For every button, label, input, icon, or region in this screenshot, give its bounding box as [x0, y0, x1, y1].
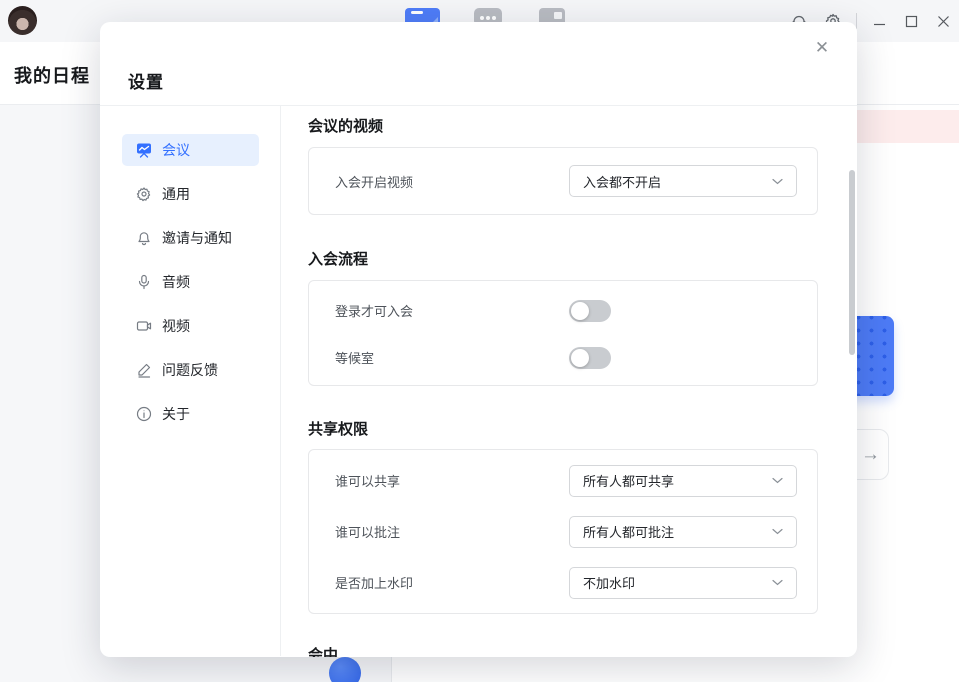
- sidebar-item-label: 视频: [162, 316, 190, 336]
- settings-dialog: 设置 ✕ 会议 通用 邀请与通知: [100, 22, 857, 657]
- setting-row-join-video: 入会开启视频 入会都不开启: [335, 148, 797, 214]
- settings-title: 设置: [128, 68, 164, 93]
- chevron-down-icon: [772, 178, 783, 185]
- bell-icon: [136, 230, 152, 246]
- sidebar-item-label: 邀请与通知: [162, 228, 232, 248]
- section-heading-join-flow: 入会流程: [308, 251, 818, 269]
- sidebar-item-video[interactable]: 视频: [122, 310, 259, 342]
- arrow-right-icon: →: [861, 444, 880, 466]
- settings-dialog-header: 设置 ✕: [100, 22, 857, 106]
- section-heading-share-permission: 共享权限: [308, 421, 818, 439]
- close-icon[interactable]: [927, 6, 959, 36]
- share-permission-card: 谁可以共享 所有人都可共享 谁可以批注 所有人都可批注: [308, 449, 818, 614]
- setting-row-login-required: 登录才可入会: [335, 287, 797, 334]
- sidebar-item-feedback[interactable]: 问题反馈: [122, 354, 259, 386]
- info-icon: [136, 406, 152, 422]
- presentation-board-icon: [136, 142, 152, 158]
- sidebar-item-label: 音频: [162, 272, 190, 292]
- minimize-icon[interactable]: [863, 6, 895, 36]
- section-heading-in-meeting: 会中: [308, 647, 818, 657]
- select-value: 不加水印: [583, 573, 635, 592]
- maximize-icon[interactable]: [895, 6, 927, 36]
- toggle-knob: [571, 302, 589, 320]
- select-value: 入会都不开启: [583, 172, 661, 191]
- sidebar-item-invitations[interactable]: 邀请与通知: [122, 222, 259, 254]
- toggle-knob: [571, 349, 589, 367]
- select-value: 所有人都可批注: [583, 522, 674, 541]
- row-label: 入会开启视频: [335, 172, 569, 191]
- floating-action-button[interactable]: [329, 657, 361, 682]
- gear-icon: [136, 186, 152, 202]
- join-video-select[interactable]: 入会都不开启: [569, 165, 797, 197]
- row-label: 是否加上水印: [335, 573, 569, 592]
- microphone-icon: [136, 274, 152, 290]
- dialog-close-icon[interactable]: ✕: [809, 35, 835, 61]
- watermark-select[interactable]: 不加水印: [569, 567, 797, 599]
- sidebar-item-label: 关于: [162, 404, 190, 424]
- who-can-share-select[interactable]: 所有人都可共享: [569, 465, 797, 497]
- settings-content: 会议的视频 入会开启视频 入会都不开启 入会流程 登录才可入会: [281, 106, 857, 656]
- settings-sidebar: 会议 通用 邀请与通知 音频: [100, 106, 281, 656]
- chevron-down-icon: [772, 477, 783, 484]
- setting-row-who-can-annotate: 谁可以批注 所有人都可批注: [335, 506, 797, 557]
- sidebar-item-label: 问题反馈: [162, 360, 218, 380]
- chevron-down-icon: [772, 579, 783, 586]
- sidebar-item-about[interactable]: 关于: [122, 398, 259, 430]
- sidebar-item-label: 通用: [162, 184, 190, 204]
- page-title: 我的日程: [14, 62, 90, 88]
- meeting-video-card: 入会开启视频 入会都不开启: [308, 147, 818, 215]
- row-label: 等候室: [335, 348, 569, 367]
- join-flow-card: 登录才可入会 等候室: [308, 280, 818, 386]
- who-can-annotate-select[interactable]: 所有人都可批注: [569, 516, 797, 548]
- waiting-room-toggle[interactable]: [569, 347, 611, 369]
- sidebar-item-general[interactable]: 通用: [122, 178, 259, 210]
- camera-icon: [136, 318, 152, 334]
- row-label: 登录才可入会: [335, 301, 569, 320]
- scrollbar-thumb[interactable]: [849, 170, 855, 355]
- chevron-down-icon: [772, 528, 783, 535]
- row-label: 谁可以共享: [335, 471, 569, 490]
- section-heading-meeting-video: 会议的视频: [308, 118, 818, 136]
- select-value: 所有人都可共享: [583, 471, 674, 490]
- row-label: 谁可以批注: [335, 522, 569, 541]
- sidebar-item-meeting[interactable]: 会议: [122, 134, 259, 166]
- user-avatar[interactable]: [8, 6, 37, 35]
- pencil-icon: [136, 362, 152, 378]
- login-required-toggle[interactable]: [569, 300, 611, 322]
- setting-row-who-can-share: 谁可以共享 所有人都可共享: [335, 455, 797, 506]
- setting-row-waiting-room: 等候室: [335, 334, 797, 381]
- sidebar-item-label: 会议: [162, 140, 190, 160]
- sidebar-item-audio[interactable]: 音频: [122, 266, 259, 298]
- setting-row-watermark: 是否加上水印 不加水印: [335, 557, 797, 608]
